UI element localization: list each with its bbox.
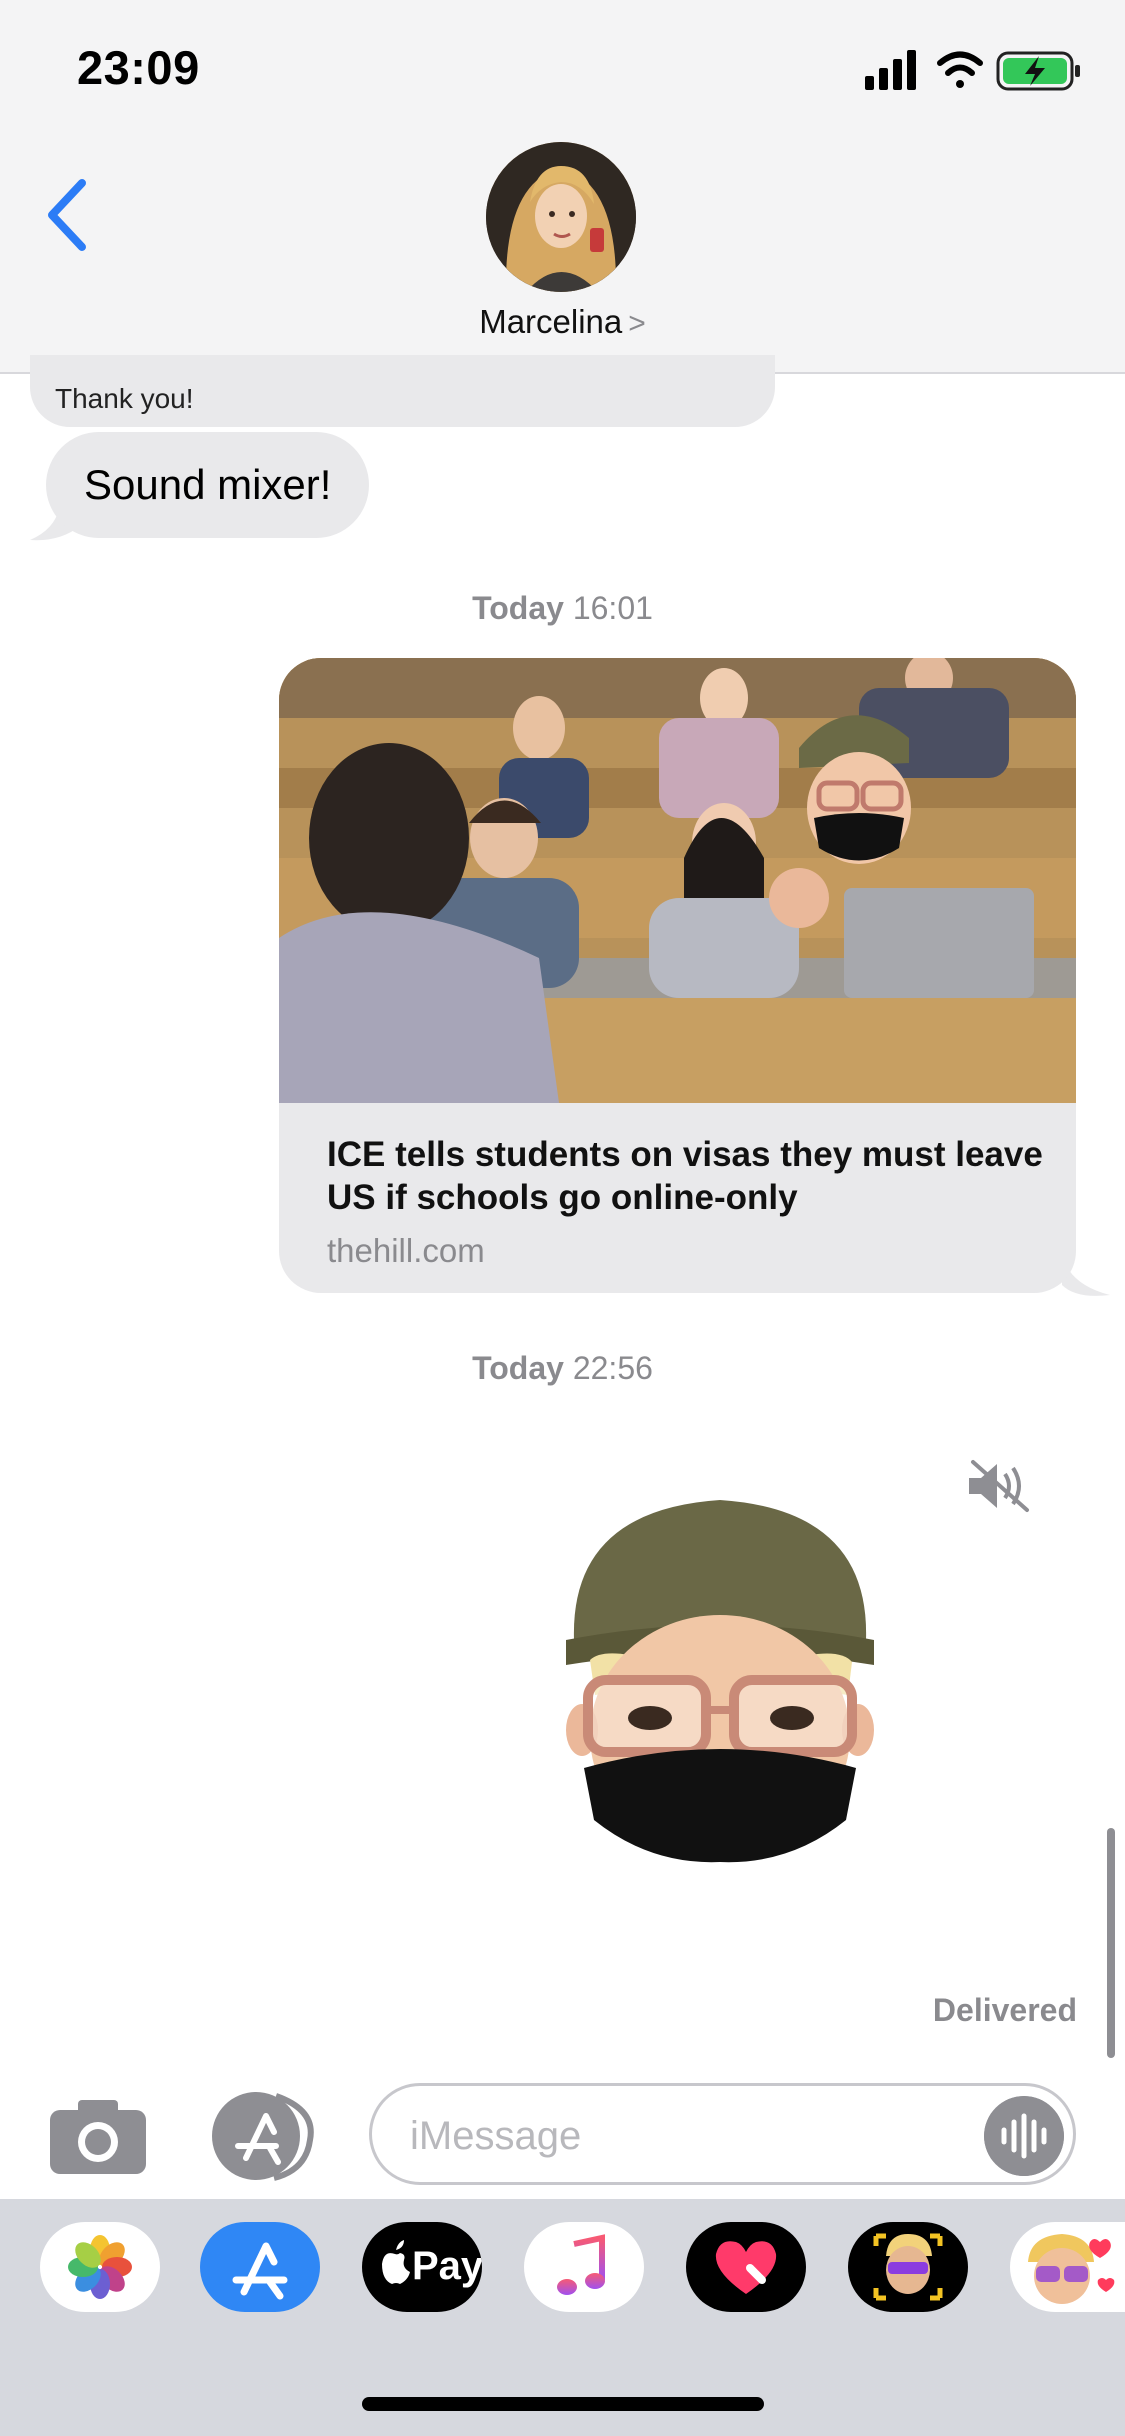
app-store-icon: [232, 2242, 288, 2300]
incoming-message-text: Sound mixer!: [84, 461, 332, 508]
apple-pay-icon: [382, 2240, 410, 2284]
incoming-message-bubble[interactable]: Sound mixer!: [46, 432, 370, 538]
wifi-icon: [937, 51, 983, 88]
navigation-header: 23:09 Marcelina >: [0, 0, 1125, 374]
timestamp: Today 16:01: [0, 590, 1125, 627]
link-preview-card[interactable]: ICE tells students on visas they must le…: [279, 658, 1076, 1293]
home-indicator[interactable]: [362, 2397, 764, 2411]
previous-message-caption: Thank you!: [55, 383, 194, 414]
memoji-stickers-app-button[interactable]: [1010, 2222, 1125, 2312]
memoji-camera-app-button[interactable]: [848, 2222, 968, 2312]
timestamp: Today 22:56: [0, 1350, 1125, 1387]
digital-touch-app-button[interactable]: [686, 2222, 806, 2312]
status-icons: [865, 50, 1080, 91]
digital-touch-icon: [715, 2241, 777, 2294]
contact-name-label: Marcelina: [479, 303, 623, 340]
delivered-status: Delivered: [932, 1992, 1077, 2028]
memoji-sticker-icon: [566, 1500, 874, 1863]
contact-avatar[interactable]: [486, 142, 636, 292]
link-preview-title: ICE tells students on visas they must le…: [327, 1135, 1043, 1217]
timestamp-time: 16:01: [572, 590, 653, 626]
back-chevron-icon[interactable]: [40, 175, 100, 255]
music-app-button[interactable]: [524, 2222, 644, 2312]
apple-pay-label: Pay: [412, 2244, 482, 2288]
scroll-indicator[interactable]: [1107, 1828, 1115, 2058]
music-icon: [557, 2234, 605, 2295]
timestamp-day: Today: [472, 1350, 564, 1386]
app-store-app-button[interactable]: [200, 2222, 320, 2312]
memoji-stickers-icon: [1028, 2234, 1115, 2304]
message-input-placeholder: iMessage: [410, 2114, 582, 2158]
photos-app-button[interactable]: [40, 2222, 160, 2312]
battery-charging-icon: [996, 51, 1080, 91]
signal-icon: [865, 50, 916, 90]
audio-message-icon[interactable]: [984, 2096, 1064, 2176]
message-input[interactable]: iMessage: [369, 2083, 1076, 2185]
timestamp-time: 22:56: [572, 1350, 653, 1386]
photos-icon: [68, 2235, 132, 2299]
timestamp-day: Today: [472, 590, 564, 626]
memoji-camera-icon: [873, 2233, 943, 2301]
status-time: 23:09: [77, 41, 200, 94]
camera-icon[interactable]: [50, 2098, 146, 2174]
link-preview-image: [279, 658, 1076, 1103]
apple-pay-app-button[interactable]: Pay: [362, 2222, 482, 2312]
contact-name[interactable]: Marcelina >: [0, 303, 1125, 341]
link-preview-domain: thehill.com: [327, 1232, 485, 1269]
muted-speaker-icon[interactable]: [965, 1458, 1033, 1514]
chevron-right-icon: >: [628, 307, 646, 340]
app-store-toggle-icon[interactable]: [210, 2090, 320, 2182]
